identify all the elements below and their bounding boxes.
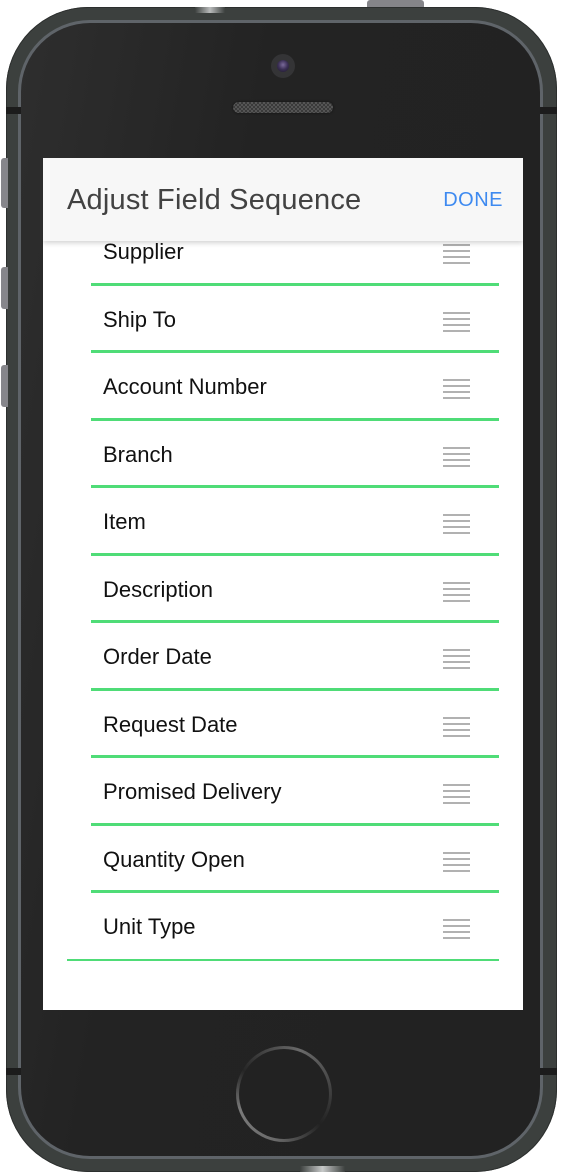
field-sequence-list: Supplier Ship To Account Number Branch I…	[43, 218, 523, 961]
page-title: Adjust Field Sequence	[67, 184, 362, 216]
field-label: Order Date	[103, 644, 212, 669]
field-row-order-date[interactable]: Order Date	[43, 623, 523, 691]
frame-highlight	[195, 7, 225, 13]
field-row-branch[interactable]: Branch	[43, 421, 523, 488]
drag-handle-icon[interactable]	[443, 311, 470, 332]
field-row-quantity-open[interactable]: Quantity Open	[43, 826, 523, 893]
frame-band	[6, 107, 21, 114]
frame-band	[540, 1068, 557, 1075]
drag-handle-icon[interactable]	[443, 716, 470, 737]
field-row-ship-to[interactable]: Ship To	[43, 286, 523, 353]
field-label: Description	[103, 576, 214, 602]
drag-handle-icon[interactable]	[443, 919, 470, 939]
done-button[interactable]: DONE	[443, 189, 503, 212]
field-row-item[interactable]: Item	[43, 488, 523, 556]
drag-handle-icon[interactable]	[443, 446, 470, 467]
field-row-description[interactable]: Description	[43, 556, 523, 623]
volume-up-button	[1, 267, 8, 309]
navigation-bar: Adjust Field Sequence DONE	[43, 158, 523, 241]
frame-band	[6, 1068, 21, 1075]
field-label: Supplier	[103, 239, 184, 264]
field-label: Unit Type	[103, 914, 196, 939]
drag-handle-icon[interactable]	[443, 784, 470, 804]
earpiece-speaker	[233, 102, 333, 113]
volume-down-button	[1, 365, 8, 407]
drag-handle-icon[interactable]	[443, 244, 470, 264]
field-row-account-number[interactable]: Account Number	[43, 353, 523, 421]
field-label: Item	[103, 509, 146, 534]
field-label: Account Number	[103, 374, 267, 399]
field-label: Promised Delivery	[103, 779, 282, 804]
row-divider	[67, 958, 499, 961]
front-camera	[271, 54, 295, 78]
mute-switch	[1, 158, 8, 208]
frame-highlight	[300, 1166, 345, 1172]
field-label: Quantity Open	[103, 846, 245, 872]
field-label: Request Date	[103, 711, 238, 737]
field-label: Branch	[103, 441, 173, 467]
home-button[interactable]	[236, 1046, 332, 1142]
frame-band	[540, 107, 557, 114]
drag-handle-icon[interactable]	[443, 581, 470, 602]
drag-handle-icon[interactable]	[443, 379, 470, 399]
field-row-request-date[interactable]: Request Date	[43, 691, 523, 758]
app-screen: Adjust Field Sequence DONE Supplier Ship…	[43, 158, 523, 1010]
drag-handle-icon[interactable]	[443, 851, 470, 872]
field-row-promised-delivery[interactable]: Promised Delivery	[43, 758, 523, 826]
field-row-unit-type[interactable]: Unit Type	[43, 893, 523, 961]
field-label: Ship To	[103, 306, 176, 332]
drag-handle-icon[interactable]	[443, 514, 470, 534]
drag-handle-icon[interactable]	[443, 649, 470, 669]
